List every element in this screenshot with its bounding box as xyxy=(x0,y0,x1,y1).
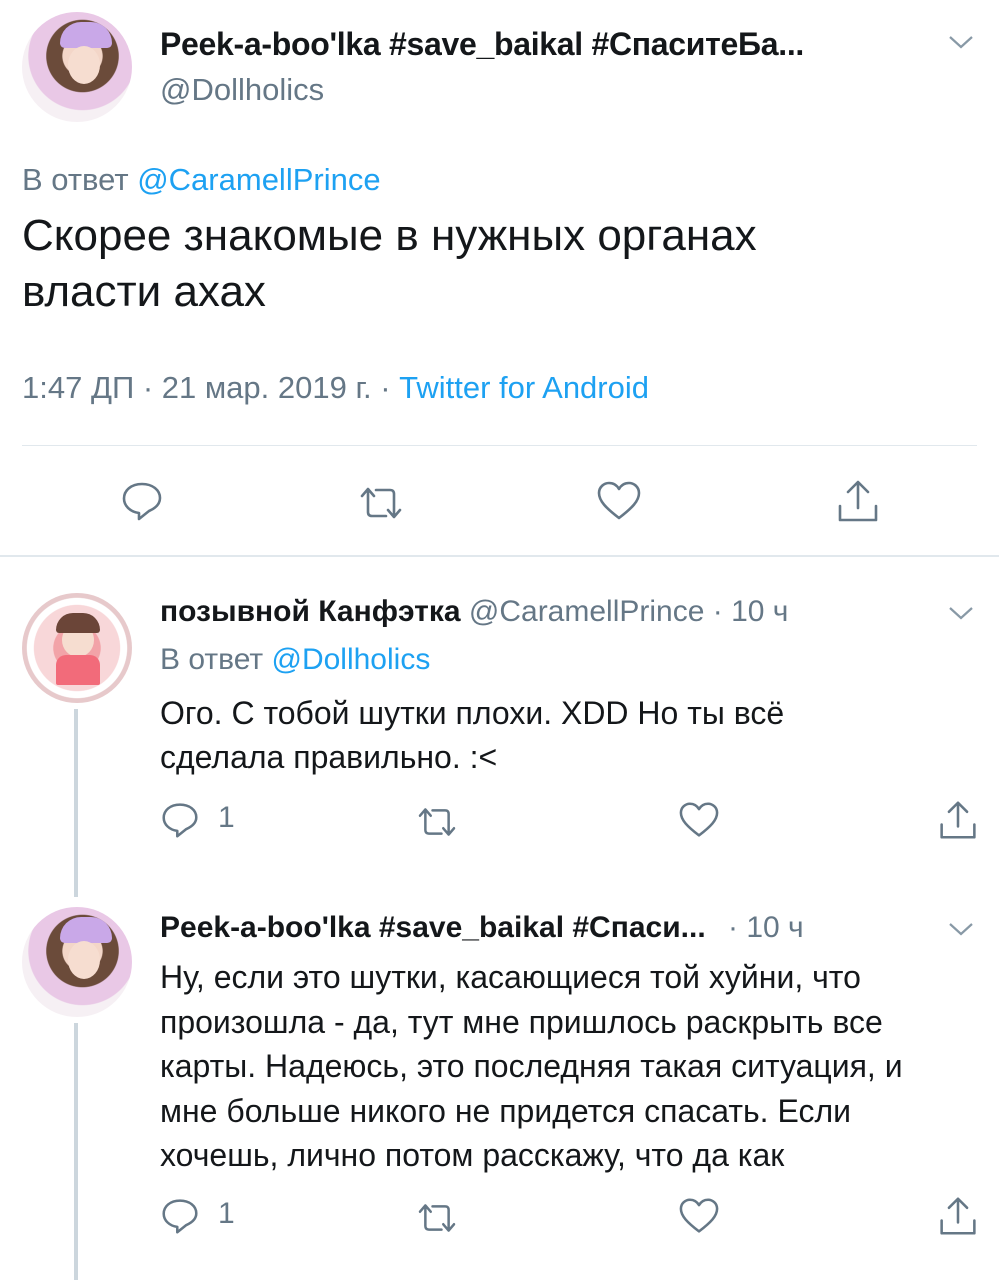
divider xyxy=(22,445,977,446)
author-handle[interactable]: @CaramellPrince xyxy=(469,595,705,628)
author-name[interactable]: позывной Канфэтка xyxy=(160,595,461,628)
reply-to-link[interactable]: @Dollholics xyxy=(271,643,430,676)
avatar-face xyxy=(68,941,100,979)
reply-context: В ответ @Dollholics xyxy=(160,643,430,677)
reply-context: В ответ @CaramellPrince xyxy=(22,162,381,198)
retweet-icon[interactable] xyxy=(414,805,460,839)
main-tweet: Peek-a-boo'lka #save_baikal #СпаситеБа..… xyxy=(0,0,999,555)
tweet-meta: 1:47 ДП · 21 мар. 2019 г. · Twitter for … xyxy=(22,370,649,406)
reply-count: 1 xyxy=(218,801,235,834)
reply-to-link[interactable]: @CaramellPrince xyxy=(137,162,380,197)
author-handle[interactable]: @Dollholics xyxy=(160,72,324,108)
avatar-body xyxy=(56,655,100,685)
author-name[interactable]: Peek-a-boo'lka #save_baikal #СпаситеБа..… xyxy=(160,26,804,63)
like-icon[interactable] xyxy=(678,801,720,839)
avatar-hat xyxy=(60,22,112,48)
reply-count: 1 xyxy=(218,1197,235,1230)
reply-prefix: В ответ xyxy=(22,162,129,197)
share-icon[interactable] xyxy=(938,799,978,841)
reply-icon[interactable] xyxy=(160,801,200,839)
tweet-text: Ого. С тобой шутки плохи. XDD Но ты всё … xyxy=(160,691,784,779)
retweet-icon[interactable] xyxy=(414,1201,460,1235)
tweet-text-line: мне больше никого не придется спасать. Е… xyxy=(160,1092,851,1129)
tweet-text-line: сделала правильно. :< xyxy=(160,739,498,775)
tweet-text-line: хочешь, лично потом расскажу, что да как xyxy=(160,1137,785,1173)
tweet-time[interactable]: · 10 ч xyxy=(728,911,804,944)
tweet-text-line: Ну, если это шутки, касающиеся той хуйни… xyxy=(160,959,861,995)
reply-icon[interactable] xyxy=(120,480,164,522)
avatar-hat xyxy=(60,917,112,943)
author-name[interactable]: Peek-a-boo'lka #save_baikal #Спаси... xyxy=(160,911,706,944)
reply-prefix: В ответ xyxy=(160,643,264,676)
thread-line xyxy=(74,1023,78,1280)
reply-tweet[interactable]: позывной Канфэтка @CaramellPrince · 10 ч… xyxy=(0,557,999,897)
retweet-icon[interactable] xyxy=(356,484,406,522)
chevron-down-icon[interactable] xyxy=(948,34,974,50)
tweet-text: Скорее знакомые в нужных органах власти … xyxy=(22,208,757,320)
reply-tweet[interactable]: Peek-a-boo'lka #save_baikal #Спаси... · … xyxy=(0,897,999,1280)
thread-line xyxy=(74,709,78,897)
tweet-time[interactable]: · 10 ч xyxy=(713,595,789,628)
like-icon[interactable] xyxy=(596,480,642,522)
tweet-text-line: власти ахах xyxy=(22,267,266,316)
chevron-down-icon[interactable] xyxy=(948,605,974,621)
timestamp[interactable]: 1:47 ДП · 21 мар. 2019 г. · xyxy=(22,370,399,405)
tweet-text-line: Ого. С тобой шутки плохи. XDD Но ты всё xyxy=(160,695,785,731)
source-link[interactable]: Twitter for Android xyxy=(399,370,649,405)
chevron-down-icon[interactable] xyxy=(948,921,974,937)
tweet-text-line: Скорее знакомые в нужных органах xyxy=(22,211,757,260)
share-icon[interactable] xyxy=(836,478,880,524)
tweet-header: Peek-a-boo'lka #save_baikal #Спаси... · … xyxy=(160,911,804,945)
tweet-header: позывной Канфэтка @CaramellPrince · 10 ч xyxy=(160,595,788,629)
reply-icon[interactable] xyxy=(160,1197,200,1235)
tweet-text-line: произошла - да, тут мне пришлось раскрыт… xyxy=(160,1003,883,1040)
avatar[interactable] xyxy=(22,12,132,122)
avatar-face xyxy=(68,46,100,84)
tweet-text-line: карты. Надеюсь, это последняя такая ситу… xyxy=(160,1048,903,1084)
share-icon[interactable] xyxy=(938,1195,978,1237)
tweet-text: Ну, если это шутки, касающиеся той хуйни… xyxy=(160,955,903,1178)
avatar-hair xyxy=(56,613,100,633)
avatar[interactable] xyxy=(22,907,132,1017)
like-icon[interactable] xyxy=(678,1197,720,1235)
avatar[interactable] xyxy=(22,593,132,703)
